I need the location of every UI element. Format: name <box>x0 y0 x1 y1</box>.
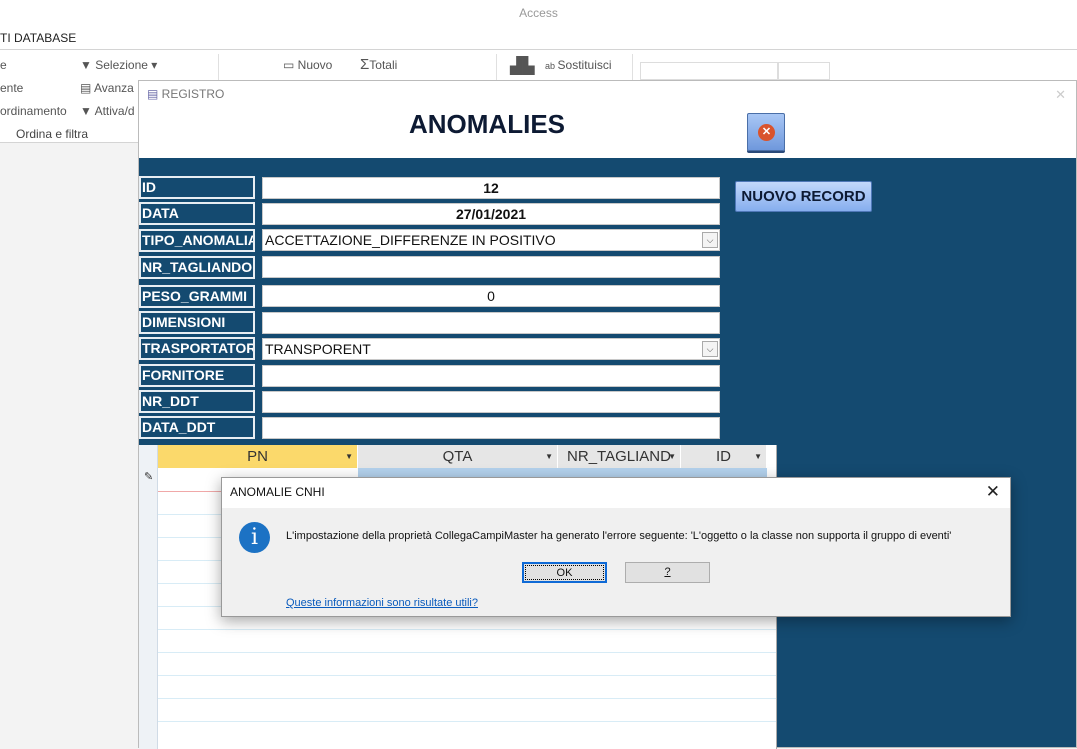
funnel-icon: ▼ <box>80 104 95 118</box>
ribbon-item[interactable]: e <box>0 58 7 72</box>
close-icon: ✕ <box>758 124 775 141</box>
dropdown-arrow-icon: ▼ <box>345 452 353 461</box>
ribbon-item[interactable]: ente <box>0 81 23 95</box>
label-fornitore: FORNITORE <box>139 364 255 387</box>
label-tipo-anomalia: TIPO_ANOMALIA <box>139 229 255 252</box>
data-ddt-field[interactable] <box>262 417 720 439</box>
dropdown-arrow-icon: ▼ <box>668 452 676 461</box>
chevron-down-icon[interactable]: ⌵ <box>702 232 718 248</box>
form-window-title: ▤ REGISTRO <box>147 87 225 101</box>
dropdown-arrow-icon: ▼ <box>545 452 553 461</box>
nr-tagliando-field[interactable] <box>262 256 720 278</box>
replace-icon: ab <box>545 61 558 71</box>
tab-label: TI DATABASE <box>0 31 77 45</box>
form-icon: ▤ <box>147 87 162 101</box>
registro-form-window: ▤ REGISTRO ✕ ANOMALIES ✕ ID 12 DATA 27/0… <box>138 80 1077 749</box>
dialog-title: ANOMALIE CNHI <box>222 478 1010 508</box>
label-id: ID <box>139 176 255 199</box>
advanced-filter-button[interactable]: ▤ Avanza <box>80 81 134 95</box>
feedback-link[interactable]: Queste informazioni sono risultate utili… <box>286 597 478 609</box>
data-field[interactable]: 27/01/2021 <box>262 203 720 225</box>
label-data-ddt: DATA_DDT <box>139 416 255 439</box>
label-dimensioni: DIMENSIONI <box>139 311 255 334</box>
filter-advanced-icon: ▤ <box>80 81 95 95</box>
dimensioni-field[interactable] <box>262 312 720 334</box>
column-header-id[interactable]: ID ▼ <box>681 445 767 468</box>
row-line <box>158 698 776 699</box>
binoculars-icon[interactable]: ▟▙ <box>510 56 535 76</box>
label-peso-grammi: PESO_GRAMMI <box>139 285 255 308</box>
label-trasportatore: TRASPORTATORE <box>139 337 255 360</box>
ribbon-item[interactable]: ordinamento <box>0 104 67 118</box>
toggle-filter-button[interactable]: ▼ Attiva/d <box>80 104 135 118</box>
row-line <box>158 652 776 653</box>
dropdown-arrow-icon: ▼ <box>754 452 762 461</box>
close-form-button[interactable]: ✕ <box>747 113 785 151</box>
form-title: ANOMALIES <box>409 109 565 139</box>
row-line <box>158 629 776 630</box>
filter-icon: ▼ <box>80 58 96 72</box>
nr-ddt-field[interactable] <box>262 391 720 413</box>
filter-selection-button[interactable]: ▼ Selezione ▾ <box>80 58 157 72</box>
font-dropdown[interactable] <box>640 62 778 80</box>
sigma-icon: Σ <box>360 56 370 73</box>
record-selector-column[interactable]: ✎ <box>139 445 158 749</box>
ribbon-tab-database-tools[interactable]: TI DATABASE <box>0 26 1077 50</box>
dialog-close-icon[interactable]: ✕ <box>986 482 1000 502</box>
help-button[interactable]: ? <box>625 562 710 583</box>
pencil-icon: ✎ <box>144 471 154 483</box>
trasportatore-combo[interactable]: TRANSPORENT ⌵ <box>262 338 720 360</box>
tipo-anomalia-combo[interactable]: ACCETTAZIONE_DIFFERENZE IN POSITIVO ⌵ <box>262 229 720 251</box>
info-icon: i <box>239 522 270 553</box>
peso-grammi-field[interactable]: 0 <box>262 285 720 307</box>
app-title: Access <box>0 0 1077 26</box>
column-header-pn[interactable]: PN ▼ <box>158 445 358 468</box>
new-record-button[interactable]: NUOVO RECORD <box>735 181 872 212</box>
new-icon: ▭ <box>283 58 298 72</box>
dialog-message: L'impostazione della proprietà CollegaCa… <box>286 530 952 542</box>
row-line <box>158 721 776 722</box>
ok-button[interactable]: OK <box>522 562 607 583</box>
group-label-sort-filter: Ordina e filtra <box>16 127 89 141</box>
error-dialog: ANOMALIE CNHI ✕ i L'impostazione della p… <box>221 477 1011 617</box>
totals-button[interactable]: ΣTotali <box>360 56 397 73</box>
label-data: DATA <box>139 202 255 225</box>
new-record-ribbon-button[interactable]: ▭ Nuovo <box>283 58 332 72</box>
column-header-qta[interactable]: QTA ▼ <box>358 445 558 468</box>
replace-button[interactable]: ab Sostituisci <box>545 58 612 72</box>
chevron-down-icon[interactable]: ⌵ <box>702 341 718 357</box>
font-size-dropdown[interactable] <box>778 62 830 80</box>
id-field[interactable]: 12 <box>262 177 720 199</box>
column-header-nr-tagliand[interactable]: NR_TAGLIAND ▼ <box>558 445 681 468</box>
label-nr-ddt: NR_DDT <box>139 390 255 413</box>
fornitore-field[interactable] <box>262 365 720 387</box>
window-close-icon[interactable]: ✕ <box>1055 87 1066 103</box>
row-line <box>158 675 776 676</box>
label-nr-tagliando: NR_TAGLIANDO <box>139 256 255 279</box>
